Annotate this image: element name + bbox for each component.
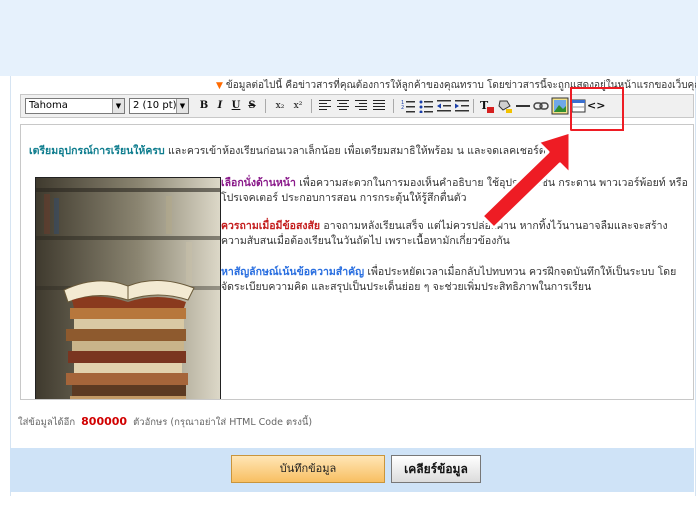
- align-right-icon[interactable]: [355, 100, 367, 111]
- char-limit-info: ใส่ข้อมูลได้อีก 800000 ตัวอักษร (กรุณาอย่า…: [18, 415, 312, 430]
- insert-image-icon[interactable]: [551, 97, 569, 115]
- strikethrough-button[interactable]: S: [245, 98, 259, 114]
- underline-button[interactable]: U: [229, 98, 243, 114]
- size-select-value: 2 (10 pt): [133, 100, 177, 111]
- toolbar-divider: [311, 99, 312, 113]
- paragraph-4: หาสัญลักษณ์เน้นข้อความสำคัญ เพื่อประหยัด…: [221, 265, 689, 295]
- books-photo: [35, 177, 221, 399]
- paragraph-1-highlight: เตรียมอุปกรณ์การเรียนให้ครบ: [29, 145, 165, 157]
- size-select[interactable]: 2 (10 pt) ▼: [129, 98, 189, 114]
- toolbar-divider: [393, 99, 394, 113]
- align-center-icon[interactable]: [337, 100, 349, 111]
- text-color-icon[interactable]: T: [479, 98, 495, 114]
- paragraph-3: ควรถามเมื่อมีข้อสงสัย อาจถามหลังเรียนเสร…: [221, 219, 689, 249]
- outdent-icon[interactable]: [437, 99, 451, 113]
- chevron-down-icon[interactable]: ▼: [112, 99, 124, 113]
- superscript-button[interactable]: x²: [291, 98, 305, 114]
- font-select[interactable]: Tahoma ▼: [25, 98, 125, 114]
- horizontal-rule-icon[interactable]: [515, 98, 531, 114]
- orange-triangle-icon: ▼: [216, 81, 223, 91]
- subscript-button[interactable]: x₂: [273, 98, 287, 114]
- char-limit-count: 800000: [81, 415, 128, 428]
- char-limit-prefix: ใส่ข้อมูลได้อีก: [18, 417, 76, 428]
- toolbar-divider: [265, 99, 266, 113]
- save-button[interactable]: บันทึกข้อมูล: [231, 455, 385, 483]
- italic-button[interactable]: I: [213, 98, 227, 114]
- top-banner: [0, 0, 698, 76]
- numbered-list-icon[interactable]: 1 2: [401, 99, 415, 113]
- highlight-box: [570, 87, 624, 131]
- paragraph-1: เตรียมอุปกรณ์การเรียนให้ครบ และควรเข้าห้…: [29, 144, 689, 159]
- align-left-icon[interactable]: [319, 100, 331, 111]
- rich-text-editor[interactable]: เตรียมอุปกรณ์การเรียนให้ครบ และควรเข้าห้…: [20, 124, 694, 400]
- red-arrow-icon: [480, 130, 572, 230]
- chevron-down-icon[interactable]: ▼: [176, 99, 188, 113]
- char-limit-suffix: ตัวอักษร (กรุณาอย่าใส่ HTML Code ตรงนี้): [133, 417, 313, 428]
- background-color-icon[interactable]: [497, 98, 513, 114]
- link-icon[interactable]: [533, 98, 549, 114]
- toolbar-divider: [473, 99, 474, 113]
- align-justify-icon[interactable]: [373, 100, 385, 111]
- paragraph-2-highlight: เลือกนั่งด้านหน้า: [221, 177, 296, 189]
- paragraph-2: เลือกนั่งด้านหน้า เพื่อความสะดวกในการมอง…: [221, 176, 689, 206]
- paragraph-3-highlight: ควรถามเมื่อมีข้อสงสัย: [221, 220, 321, 232]
- clear-button[interactable]: เคลียร์ข้อมูล: [391, 455, 481, 483]
- paragraph-4-highlight: หาสัญลักษณ์เน้นข้อความสำคัญ: [221, 266, 365, 278]
- bold-button[interactable]: B: [197, 98, 211, 114]
- notice-text: ▼ ข้อมูลต่อไปนี้ คือข่าวสารที่คุณต้องการใ…: [216, 78, 696, 92]
- indent-icon[interactable]: [455, 99, 469, 113]
- font-select-value: Tahoma: [29, 100, 68, 111]
- svg-text:2: 2: [401, 105, 404, 111]
- bulleted-list-icon[interactable]: [419, 99, 433, 113]
- notice-label: ข้อมูลต่อไปนี้ คือข่าวสารที่คุณต้องการให…: [225, 80, 696, 91]
